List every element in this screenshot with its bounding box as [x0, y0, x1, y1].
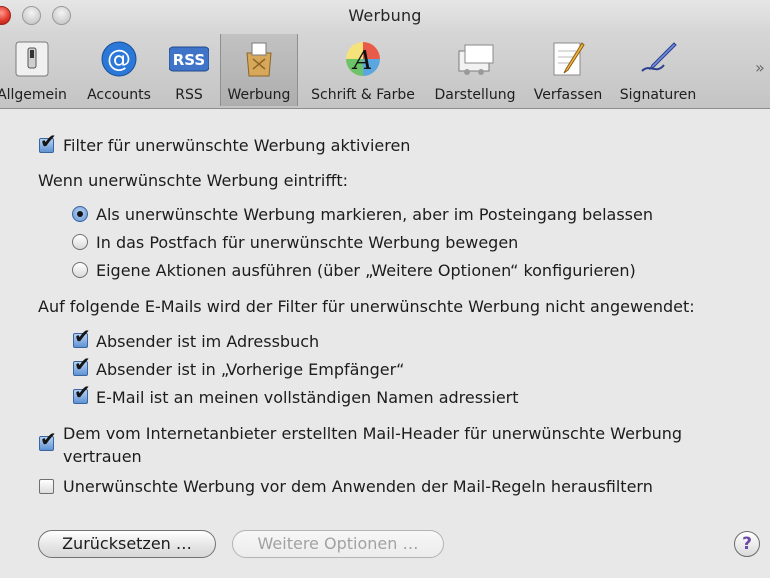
- toolbar-item-label: Verfassen: [533, 87, 603, 103]
- addressed-full-name-label: E-Mail ist an meinen vollständigen Namen…: [96, 388, 519, 407]
- mark-keep-inbox-radio[interactable]: [72, 206, 88, 222]
- toolbar-item-darstellung[interactable]: Darstellung: [428, 34, 522, 106]
- toolbar-item-label: Accounts: [87, 87, 151, 103]
- trust-isp-header-label-line1: Dem vom Internetanbieter erstellten Mail…: [63, 424, 683, 443]
- toolbar-item-label: Signaturen: [619, 87, 697, 103]
- viewing-icon: [455, 39, 495, 79]
- enable-filter-label: Filter für unerwünschte Werbung aktivier…: [63, 136, 411, 155]
- custom-actions-radio[interactable]: [72, 262, 88, 278]
- toolbar-item-label: RSS: [175, 87, 203, 103]
- rss-icon: RSS: [168, 39, 210, 79]
- svg-text:A: A: [352, 46, 373, 76]
- at-icon: @: [99, 39, 139, 79]
- font-color-icon: A: [343, 39, 383, 79]
- signature-pen-icon: [638, 39, 678, 79]
- composing-icon: [548, 39, 588, 79]
- switch-icon: [12, 39, 52, 79]
- when-arrives-heading: Wenn unerwünschte Werbung eintrifft:: [38, 171, 349, 190]
- toolbar-item-rss[interactable]: RSS RSS: [164, 34, 214, 106]
- checkmark-icon: ✔: [74, 324, 91, 348]
- mark-keep-inbox-label: Als unerwünschte Werbung markieren, aber…: [96, 205, 653, 224]
- toolbar-item-accounts[interactable]: @ Accounts: [80, 34, 158, 106]
- toolbar-item-werbung[interactable]: Werbung: [220, 34, 298, 106]
- toolbar-item-verfassen[interactable]: Verfassen: [526, 34, 610, 106]
- filter-before-rules-label: Unerwünschte Werbung vor dem Anwenden de…: [63, 477, 653, 496]
- toolbar-item-allgemein[interactable]: Allgemein: [0, 34, 76, 106]
- radio-dot-icon: [77, 211, 83, 217]
- toolbar-item-label: Allgemein: [0, 87, 67, 103]
- checkmark-icon: ✔: [74, 352, 91, 376]
- checkmark-icon: ✔: [74, 380, 91, 404]
- trust-isp-header-checkbox[interactable]: ✔: [39, 429, 57, 451]
- sender-in-previous-recipients-label: Absender ist in „Vorherige Empfänger“: [96, 360, 405, 379]
- toolbar-item-schrift-farbe[interactable]: A Schrift & Farbe: [302, 34, 424, 106]
- custom-actions-label: Eigene Aktionen ausführen (über „Weitere…: [96, 261, 636, 280]
- toolbar-item-label: Werbung: [227, 87, 291, 103]
- svg-text:RSS: RSS: [173, 51, 205, 69]
- toolbar-item-label: Schrift & Farbe: [311, 87, 415, 103]
- addressed-full-name-checkbox[interactable]: ✔: [73, 382, 91, 404]
- advanced-options-button[interactable]: Weitere Optionen …: [232, 530, 444, 558]
- exemptions-heading: Auf folgende E-Mails wird der Filter für…: [38, 297, 695, 316]
- toolbar-overflow-chevron-icon[interactable]: »: [755, 58, 765, 77]
- sender-in-address-book-label: Absender ist im Adressbuch: [96, 332, 320, 351]
- filter-before-rules-checkbox[interactable]: [39, 479, 54, 494]
- reset-button[interactable]: Zurücksetzen …: [38, 530, 216, 558]
- sender-in-previous-recipients-checkbox[interactable]: ✔: [73, 354, 91, 376]
- sender-in-address-book-checkbox[interactable]: ✔: [73, 326, 91, 348]
- trust-isp-header-label-line2: vertrauen: [63, 447, 142, 466]
- window-toolbar: Werbung Allgemein @ Accounts RSS RSS Wer…: [0, 0, 770, 109]
- svg-text:@: @: [107, 45, 131, 73]
- window-title: Werbung: [348, 6, 422, 25]
- toolbar-item-label: Darstellung: [434, 87, 516, 103]
- enable-filter-checkbox[interactable]: ✔: [39, 131, 57, 153]
- move-to-junk-mailbox-radio[interactable]: [72, 234, 88, 250]
- junk-mail-icon: [239, 39, 279, 79]
- checkmark-icon: ✔: [40, 129, 57, 153]
- checkmark-icon: ✔: [40, 427, 57, 451]
- help-button[interactable]: ?: [734, 531, 760, 557]
- toolbar-item-signaturen[interactable]: Signaturen: [612, 34, 704, 106]
- move-to-junk-mailbox-label: In das Postfach für unerwünschte Werbung…: [96, 233, 519, 252]
